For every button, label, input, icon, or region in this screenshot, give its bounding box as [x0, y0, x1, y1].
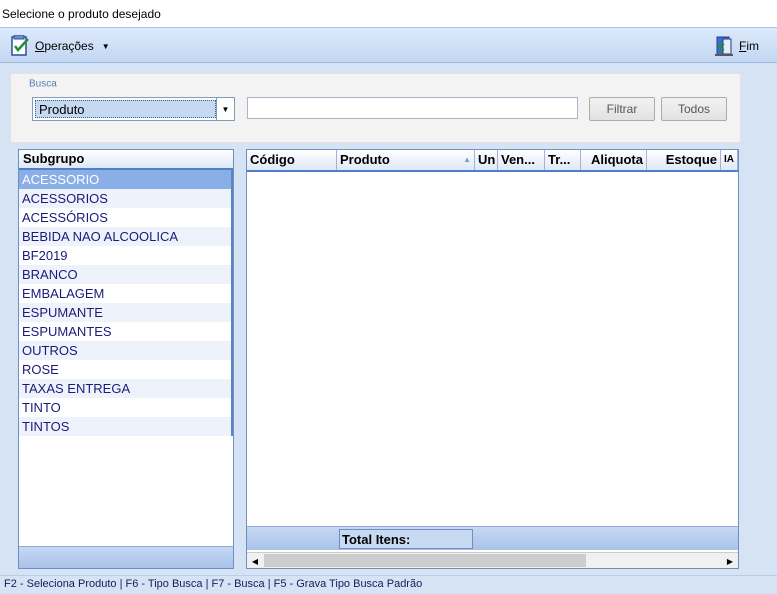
subgroup-row[interactable]: BF2019 [19, 246, 233, 265]
subgroup-row[interactable]: TAXAS ENTREGA [19, 379, 233, 398]
subgroup-row[interactable]: ACESSÓRIOS [19, 208, 233, 227]
operacoes-menu[interactable]: Operações ▼ [9, 34, 110, 57]
sort-ascending-icon: ▲ [463, 155, 471, 164]
checklist-icon [9, 34, 31, 57]
search-input[interactable] [247, 97, 578, 119]
subgroup-row[interactable]: BEBIDA NAO ALCOOLICA [19, 227, 233, 246]
col-estoque[interactable]: Estoque [647, 150, 721, 170]
col-un[interactable]: Un [475, 150, 498, 170]
chevron-down-icon[interactable]: ▼ [216, 98, 234, 120]
main-content: Busca Produto ▼ Filtrar Todos Subgrupo A… [0, 63, 777, 575]
products-total-bar: Total Itens: [247, 526, 738, 550]
subgroup-list: ACESSORIO ACESSORIOS ACESSÓRIOS BEBIDA NAO … [19, 170, 233, 436]
subgroup-grid: Subgrupo ACESSORIO ACESSORIOS ACESSÓRIOS BE… [18, 149, 234, 569]
window-title: Selecione o produto desejado [0, 0, 777, 27]
scroll-left-icon[interactable]: ◀ [247, 553, 263, 568]
col-venda[interactable]: Ven... [498, 150, 545, 170]
todos-button[interactable]: Todos [661, 97, 727, 121]
col-aliquota[interactable]: Aliquota [581, 150, 647, 170]
total-itens-label: Total Itens: [339, 529, 473, 549]
exit-door-icon [713, 35, 735, 57]
chevron-down-icon: ▼ [101, 41, 110, 51]
status-bar: F2 - Seleciona Produto | F6 - Tipo Busca… [0, 575, 777, 594]
fim-label: Fim [739, 39, 760, 53]
col-ia[interactable]: IA [721, 150, 738, 170]
subgroup-row[interactable]: OUTROS [19, 341, 233, 360]
fim-button[interactable]: Fim [713, 35, 759, 57]
subgroup-row[interactable]: ACESSORIOS [19, 189, 233, 208]
subgroup-row[interactable]: BRANCO [19, 265, 233, 284]
subgroup-footer [19, 546, 233, 568]
subgroup-row[interactable]: ACESSORIO [19, 170, 233, 189]
subgroup-row[interactable]: EMBALAGEM [19, 284, 233, 303]
subgroup-row[interactable]: ESPUMANTE [19, 303, 233, 322]
scroll-thumb[interactable] [264, 554, 586, 567]
operacoes-label: Operações [35, 39, 94, 53]
subgroup-row[interactable]: TINTOS [19, 417, 233, 436]
filtrar-button[interactable]: Filtrar [589, 97, 655, 121]
search-type-select[interactable]: Produto ▼ [32, 97, 235, 121]
col-produto[interactable]: Produto ▲ [337, 150, 475, 170]
products-header: Código Produto ▲ Un Ven... Tr... Aliquot… [247, 150, 738, 172]
products-grid: Código Produto ▲ Un Ven... Tr... Aliquot… [246, 149, 739, 569]
subgroup-row[interactable]: TINTO [19, 398, 233, 417]
scroll-right-icon[interactable]: ▶ [722, 553, 738, 568]
search-type-value: Produto [35, 100, 216, 118]
busca-legend: Busca [27, 78, 59, 90]
busca-group: Busca Produto ▼ Filtrar Todos [10, 73, 741, 143]
subgroup-row[interactable]: ROSE [19, 360, 233, 379]
horizontal-scrollbar[interactable]: ◀ ▶ [247, 552, 738, 568]
subgroup-header[interactable]: Subgrupo [19, 150, 233, 170]
col-tr[interactable]: Tr... [545, 150, 581, 170]
subgroup-row[interactable]: ESPUMANTES [19, 322, 233, 341]
col-produto-label: Produto [340, 152, 390, 167]
toolbar: Operações ▼ Fim [0, 27, 777, 63]
col-codigo[interactable]: Código [247, 150, 337, 170]
